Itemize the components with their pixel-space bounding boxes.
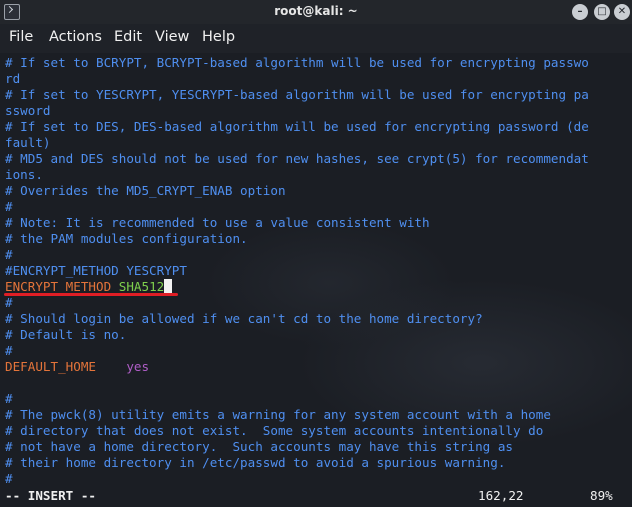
menu-help[interactable]: Help: [202, 29, 235, 45]
code-line: # If set to DES, DES-based algorithm wil…: [5, 119, 589, 134]
code-line: # Note: It is recommended to use a value…: [5, 215, 430, 230]
code-line: #: [5, 295, 13, 310]
code-line: #: [5, 391, 13, 406]
code-line: # If set to BCRYPT, BCRYPT-based algorit…: [5, 55, 589, 70]
encrypt-method-value: SHA512: [118, 279, 165, 294]
vim-status-bar: -- INSERT -- 162,22 89%: [0, 485, 632, 507]
code-line: # the PAM modules configuration.: [5, 231, 248, 246]
menu-file[interactable]: File: [9, 29, 33, 45]
vim-editor[interactable]: # If set to BCRYPT, BCRYPT-based algorit…: [0, 53, 632, 486]
encrypt-method-key: ENCRYPT_METHOD: [5, 279, 112, 294]
insert-mode-indicator: -- INSERT --: [5, 488, 96, 503]
code-line: #ENCRYPT_METHOD YESCRYPT: [5, 263, 187, 278]
code-line: #: [5, 247, 13, 262]
minimize-button[interactable]: –: [572, 4, 588, 20]
code-line: ions.: [5, 167, 43, 182]
code-line: # Overrides the MD5_CRYPT_ENAB option: [5, 183, 286, 198]
menu-bar: File Actions Edit View Help: [0, 24, 632, 53]
default-home-line: DEFAULT_HOME yes: [5, 359, 149, 375]
code-line: # Default is no.: [5, 327, 127, 342]
code-line: # The pwck(8) utility emits a warning fo…: [5, 407, 551, 422]
code-line: fault): [5, 135, 51, 150]
code-line: # MD5 and DES should not be used for new…: [5, 151, 589, 166]
menu-edit[interactable]: Edit: [114, 29, 142, 45]
code-line: # their home directory in /etc/passwd to…: [5, 455, 506, 470]
cursor-position: 162,22: [478, 488, 524, 503]
window-title: root@kali: ~: [274, 4, 358, 18]
code-line: # If set to YESCRYPT, YESCRYPT-based alg…: [5, 87, 589, 102]
code-line: #: [5, 343, 13, 358]
code-line: # Should login be allowed if we can't cd…: [5, 311, 483, 326]
close-button[interactable]: ✕: [614, 4, 630, 20]
code-line: #: [5, 199, 13, 214]
code-line: # directory that does not exist. Some sy…: [5, 423, 544, 438]
text-cursor: [164, 279, 173, 293]
code-line: rd: [5, 71, 21, 86]
menu-view[interactable]: View: [155, 29, 189, 45]
menu-actions[interactable]: Actions: [49, 29, 102, 45]
code-line: # not have a home directory. Such accoun…: [5, 439, 513, 454]
maximize-button[interactable]: □: [594, 4, 610, 20]
default-home-value: yes: [126, 359, 150, 374]
code-line: ssword: [5, 103, 51, 118]
scroll-percent: 89%: [590, 488, 613, 503]
red-annotation-underline: [4, 293, 178, 296]
default-home-key: DEFAULT_HOME: [5, 359, 96, 374]
title-bar: root@kali: ~ – □ ✕: [0, 0, 632, 24]
